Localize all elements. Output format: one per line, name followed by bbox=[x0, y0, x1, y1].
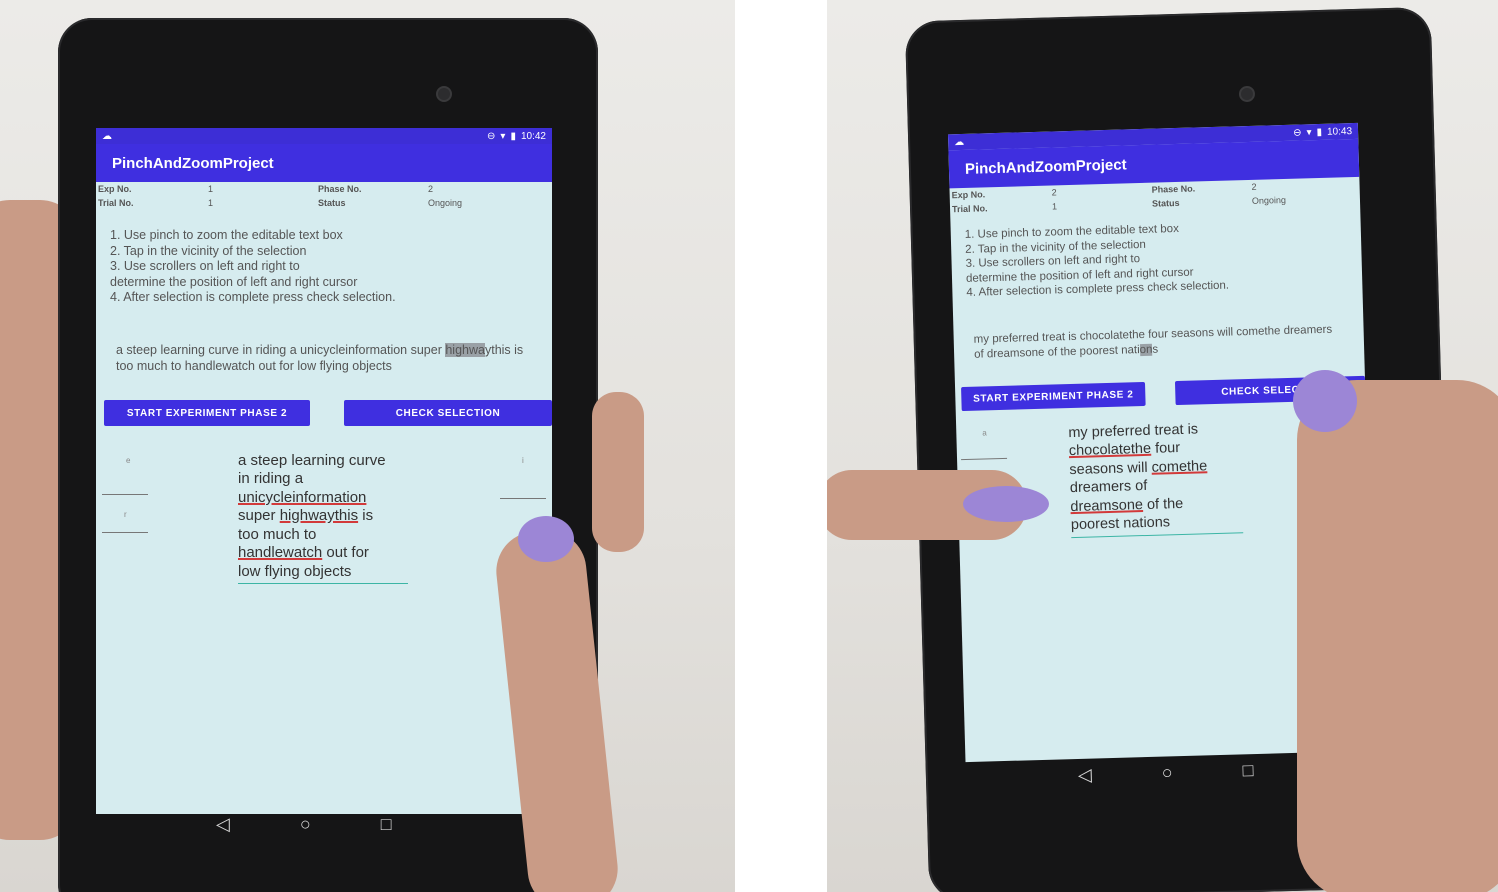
status-value: Ongoing bbox=[428, 198, 463, 208]
status-value: Ongoing bbox=[1251, 194, 1287, 206]
selection-highlight: highwa bbox=[445, 342, 485, 357]
sentence-text: s bbox=[1152, 343, 1159, 356]
battery-icon: ▮ bbox=[510, 130, 516, 142]
wifi-icon: ▾ bbox=[500, 130, 506, 142]
sentence-text: a steep learning curve in riding a unicy… bbox=[116, 342, 442, 357]
exp-label: Exp No. bbox=[98, 184, 132, 194]
target-sentence: my preferred treat is chocolatethe four … bbox=[974, 322, 1341, 362]
phase-label: Phase No. bbox=[1151, 183, 1196, 195]
right-thumbnail bbox=[963, 486, 1049, 522]
zoom-word: comethe bbox=[1151, 457, 1208, 476]
home-icon[interactable]: ○ bbox=[300, 814, 311, 835]
zoom-word: out for bbox=[322, 544, 369, 561]
zoom-word: highwaythis bbox=[279, 507, 359, 524]
right-scroller-glyph: i bbox=[522, 455, 524, 465]
instructions: 1. Use pinch to zoom the editable text b… bbox=[110, 228, 552, 306]
instruction-line: 3. Use scrollers on left and right to bbox=[110, 259, 300, 273]
zoom-word: seasons will bbox=[1069, 459, 1152, 478]
zoom-line: super highwaythis is bbox=[238, 507, 408, 526]
trial-value: 1 bbox=[208, 198, 214, 208]
left-scroller-top[interactable] bbox=[102, 493, 148, 495]
instruction-line: 2. Tap in the vicinity of the selection bbox=[110, 243, 307, 258]
front-camera-icon bbox=[1238, 85, 1256, 103]
dnd-icon: ⊖ bbox=[487, 130, 496, 142]
zoom-line: low flying objects bbox=[238, 562, 352, 580]
left-scroller-glyph: a bbox=[982, 427, 987, 438]
battery-icon: ▮ bbox=[1316, 126, 1323, 138]
app-title: PinchAndZoomProject bbox=[96, 144, 552, 182]
exp-label: Exp No. bbox=[951, 189, 986, 201]
trial-label: Trial No. bbox=[98, 198, 134, 208]
back-icon[interactable]: ◁ bbox=[216, 814, 230, 835]
status-time: 10:42 bbox=[520, 130, 546, 142]
button-row: START EXPERIMENT PHASE 2 CHECK SELECTION bbox=[96, 399, 552, 426]
zoom-line: handlewatch out for bbox=[238, 544, 408, 563]
left-scroller-glyph: r bbox=[124, 509, 127, 519]
status-label: Status bbox=[1151, 197, 1180, 209]
left-scroller-top[interactable] bbox=[961, 457, 1008, 460]
nav-bar: ◁ ○ □ bbox=[216, 814, 392, 835]
left-photo: ☁ ⊖ ▾ ▮ 10:42 PinchAndZoomProject Exp No… bbox=[0, 0, 735, 892]
instruction-line: 1. Use pinch to zoom the editable text b… bbox=[110, 228, 343, 242]
home-icon[interactable]: ○ bbox=[1161, 762, 1172, 783]
left-scroller-glyph: e bbox=[126, 455, 131, 465]
instructions: 1. Use pinch to zoom the editable text b… bbox=[965, 217, 1363, 301]
phase-label: Phase No. bbox=[318, 184, 362, 194]
exp-value: 1 bbox=[208, 184, 214, 194]
exp-value: 2 bbox=[1051, 187, 1057, 198]
left-knuckles bbox=[592, 392, 644, 552]
right-finger bbox=[1297, 380, 1498, 892]
zoom-word: of the bbox=[1142, 495, 1184, 513]
zoom-line: in riding a bbox=[238, 470, 304, 487]
check-selection-button[interactable]: CHECK SELECTION bbox=[344, 399, 552, 426]
zoom-word: handlewatch bbox=[238, 544, 323, 561]
front-camera-icon bbox=[436, 86, 452, 102]
info-grid: Exp No. 1 Phase No. 2 Trial No. 1 Status… bbox=[96, 182, 552, 208]
zoom-word: super bbox=[238, 507, 280, 524]
left-scroller-bottom[interactable] bbox=[102, 531, 148, 533]
zoom-word: is bbox=[358, 507, 374, 524]
phase-value: 2 bbox=[1251, 181, 1257, 192]
right-fingernail bbox=[1293, 370, 1357, 432]
zoom-word: chocolatethe bbox=[1068, 440, 1152, 460]
status-time: 10:43 bbox=[1326, 125, 1353, 138]
nav-bar: ◁ ○ □ bbox=[1078, 760, 1254, 786]
start-experiment-button[interactable]: START EXPERIMENT PHASE 2 bbox=[104, 399, 310, 426]
cloud-icon: ☁ bbox=[954, 136, 965, 148]
zoom-word: four bbox=[1150, 439, 1181, 457]
selection-highlight: on bbox=[1139, 343, 1153, 356]
zoom-line: unicycleinformation bbox=[238, 488, 367, 506]
zoom-line: a steep learning curve bbox=[238, 451, 386, 469]
trial-label: Trial No. bbox=[951, 203, 988, 215]
screen-left: ☁ ⊖ ▾ ▮ 10:42 PinchAndZoomProject Exp No… bbox=[96, 128, 552, 814]
zoom-line: poorest nations bbox=[1070, 514, 1171, 534]
right-scroller-top[interactable] bbox=[500, 497, 546, 499]
recents-icon[interactable]: □ bbox=[1242, 760, 1253, 781]
instruction-line: determine the position of left and right… bbox=[110, 274, 358, 289]
status-label: Status bbox=[318, 198, 346, 208]
zoom-word: dreamsone bbox=[1070, 496, 1144, 515]
editable-text-box[interactable]: my preferred treat is chocolatethe four … bbox=[1068, 418, 1244, 538]
instruction-line: 4. After selection is complete press che… bbox=[110, 290, 396, 304]
recents-icon[interactable]: □ bbox=[381, 814, 392, 835]
back-icon[interactable]: ◁ bbox=[1078, 765, 1092, 786]
dnd-icon: ⊖ bbox=[1292, 126, 1302, 139]
status-bar: ☁ ⊖ ▾ ▮ 10:42 bbox=[96, 128, 552, 144]
phase-value: 2 bbox=[428, 184, 434, 194]
wifi-icon: ▾ bbox=[1306, 126, 1312, 138]
target-sentence: a steep learning curve in riding a unicy… bbox=[116, 342, 528, 374]
trial-value: 1 bbox=[1051, 201, 1058, 212]
zoom-line: too much to bbox=[238, 525, 317, 543]
cloud-icon: ☁ bbox=[102, 130, 112, 142]
editable-text-box[interactable]: a steep learning curve in riding a unicy… bbox=[238, 451, 408, 584]
left-fingernail bbox=[518, 516, 574, 562]
right-photo: ☁ ⊖ ▾ ▮ 10:43 PinchAndZoomProject Exp No… bbox=[827, 0, 1498, 892]
zoom-area[interactable]: e r i a steep learning curve in riding a… bbox=[96, 426, 552, 726]
